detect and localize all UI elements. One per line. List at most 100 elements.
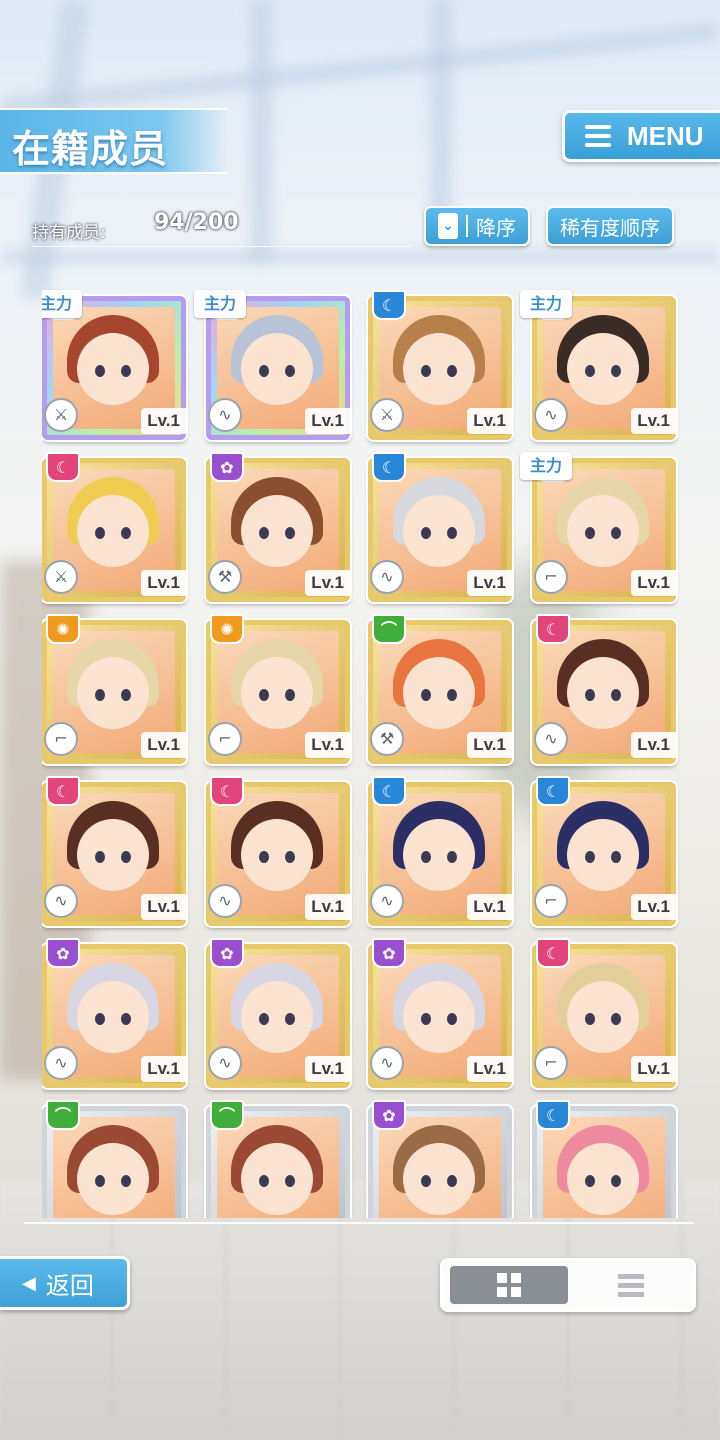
divider	[24, 1222, 694, 1224]
character-face	[403, 819, 475, 891]
character-face	[77, 981, 149, 1053]
member-card[interactable]: ⌒	[206, 1100, 354, 1218]
character-eye	[611, 1013, 621, 1025]
member-count-row: 持有成员: 94/200	[32, 210, 412, 247]
member-card[interactable]: ☾ ⌐ Lv.1	[532, 776, 680, 930]
orange-attribute-icon: ✺	[210, 614, 244, 644]
level-label: Lv.1	[305, 894, 350, 920]
leader-badge: 主力	[520, 452, 573, 480]
back-button[interactable]: ◀ 返回	[0, 1256, 130, 1310]
character-face	[241, 1143, 313, 1215]
character-eye	[447, 1013, 457, 1025]
character-eye	[285, 1175, 295, 1187]
character-eye	[585, 1175, 595, 1187]
character-eye	[447, 1175, 457, 1187]
member-card[interactable]: ☾ ⌐ Lv.1	[532, 938, 680, 1092]
leader-badge: 主力	[194, 290, 247, 318]
character-face	[567, 981, 639, 1053]
green-attribute-icon: ⌒	[372, 614, 406, 644]
sort-order-button[interactable]: ⌄ 降序	[424, 206, 530, 246]
gun-weapon-icon: ⌐	[534, 1046, 568, 1080]
character-eye	[585, 365, 595, 377]
menu-button[interactable]: MENU	[562, 110, 720, 162]
member-card[interactable]: ☾ ⚔ Lv.1	[42, 452, 190, 606]
level-label: Lv.1	[467, 894, 512, 920]
sword-weapon-icon: ⚔	[44, 560, 78, 594]
level-label: Lv.1	[467, 1056, 512, 1082]
member-card[interactable]: ✺主力⌐Lv.1	[520, 452, 680, 606]
whip-weapon-icon: ∿	[208, 1046, 242, 1080]
character-face	[567, 1143, 639, 1215]
character-eye	[421, 365, 431, 377]
character-eye	[95, 689, 105, 701]
member-card[interactable]: ☾ ∿ Lv.1	[532, 614, 680, 768]
character-face	[241, 819, 313, 891]
sort-rarity-label: 稀有度顺序	[560, 215, 660, 240]
whip-weapon-icon: ∿	[534, 398, 568, 432]
character-eye	[421, 851, 431, 863]
character-eye	[285, 851, 295, 863]
member-card[interactable]: ✿ ∿ Lv.1	[42, 938, 190, 1092]
member-card[interactable]: ✺ ⌐ Lv.1	[42, 614, 190, 768]
sort-rarity-button[interactable]: 稀有度顺序	[546, 206, 674, 246]
member-card[interactable]: ✺主力⚔Lv.1	[42, 290, 190, 444]
character-face	[403, 1143, 475, 1215]
member-card[interactable]: ✿ ⚒ Lv.1	[206, 452, 354, 606]
whip-weapon-icon: ∿	[370, 560, 404, 594]
whip-weapon-icon: ∿	[208, 884, 242, 918]
pink-attribute-icon: ☾	[536, 614, 570, 644]
member-card[interactable]: ☾ ⚔ Lv.1	[368, 290, 516, 444]
character-eye	[259, 1175, 269, 1187]
character-eye	[285, 1013, 295, 1025]
character-eye	[585, 851, 595, 863]
character-eye	[259, 851, 269, 863]
character-eye	[611, 851, 621, 863]
member-card[interactable]: ✿	[368, 1100, 516, 1218]
level-label: Lv.1	[141, 894, 186, 920]
character-eye	[121, 689, 131, 701]
character-eye	[585, 527, 595, 539]
list-view-button[interactable]	[572, 1266, 690, 1304]
blue-attribute-icon: ☾	[372, 290, 406, 320]
whip-weapon-icon: ∿	[44, 884, 78, 918]
character-face	[567, 819, 639, 891]
member-count-label: 持有成员:	[32, 223, 106, 243]
member-card[interactable]: ☾	[532, 1100, 680, 1218]
blue-attribute-icon: ☾	[372, 776, 406, 806]
character-portrait	[379, 1117, 501, 1218]
sort-order-label: 降序	[476, 215, 516, 240]
character-eye	[95, 851, 105, 863]
character-eye	[611, 689, 621, 701]
character-eye	[259, 365, 269, 377]
grid-view-button[interactable]	[450, 1266, 568, 1304]
green-attribute-icon: ⌒	[210, 1100, 244, 1130]
gun-weapon-icon: ⌐	[208, 722, 242, 756]
character-face	[567, 495, 639, 567]
level-label: Lv.1	[141, 732, 186, 758]
character-face	[241, 495, 313, 567]
member-card[interactable]: ☾ ∿ Lv.1	[368, 776, 516, 930]
level-label: Lv.1	[631, 570, 676, 596]
level-label: Lv.1	[305, 732, 350, 758]
blue-attribute-icon: ☾	[536, 776, 570, 806]
character-eye	[121, 851, 131, 863]
member-card[interactable]: ☾ ∿ Lv.1	[42, 776, 190, 930]
character-face	[241, 657, 313, 729]
whip-weapon-icon: ∿	[208, 398, 242, 432]
character-eye	[421, 1013, 431, 1025]
member-card[interactable]: ✿ ∿ Lv.1	[206, 938, 354, 1092]
member-card[interactable]: ✺ ⌐ Lv.1	[206, 614, 354, 768]
member-card[interactable]: ☾ ∿ Lv.1	[368, 452, 516, 606]
member-card[interactable]: ☾ ∿ Lv.1	[206, 776, 354, 930]
character-eye	[421, 689, 431, 701]
character-eye	[121, 1175, 131, 1187]
member-card[interactable]: ✿ ∿ Lv.1	[368, 938, 516, 1092]
member-card[interactable]: ✺主力∿Lv.1	[520, 290, 680, 444]
level-label: Lv.1	[141, 408, 186, 434]
menu-label: MENU	[627, 120, 704, 151]
purple-attribute-icon: ✿	[372, 938, 406, 968]
character-eye	[611, 527, 621, 539]
member-card[interactable]: ⌒	[42, 1100, 190, 1218]
member-card[interactable]: ☾主力∿Lv.1	[194, 290, 354, 444]
member-card[interactable]: ⌒ ⚒ Lv.1	[368, 614, 516, 768]
